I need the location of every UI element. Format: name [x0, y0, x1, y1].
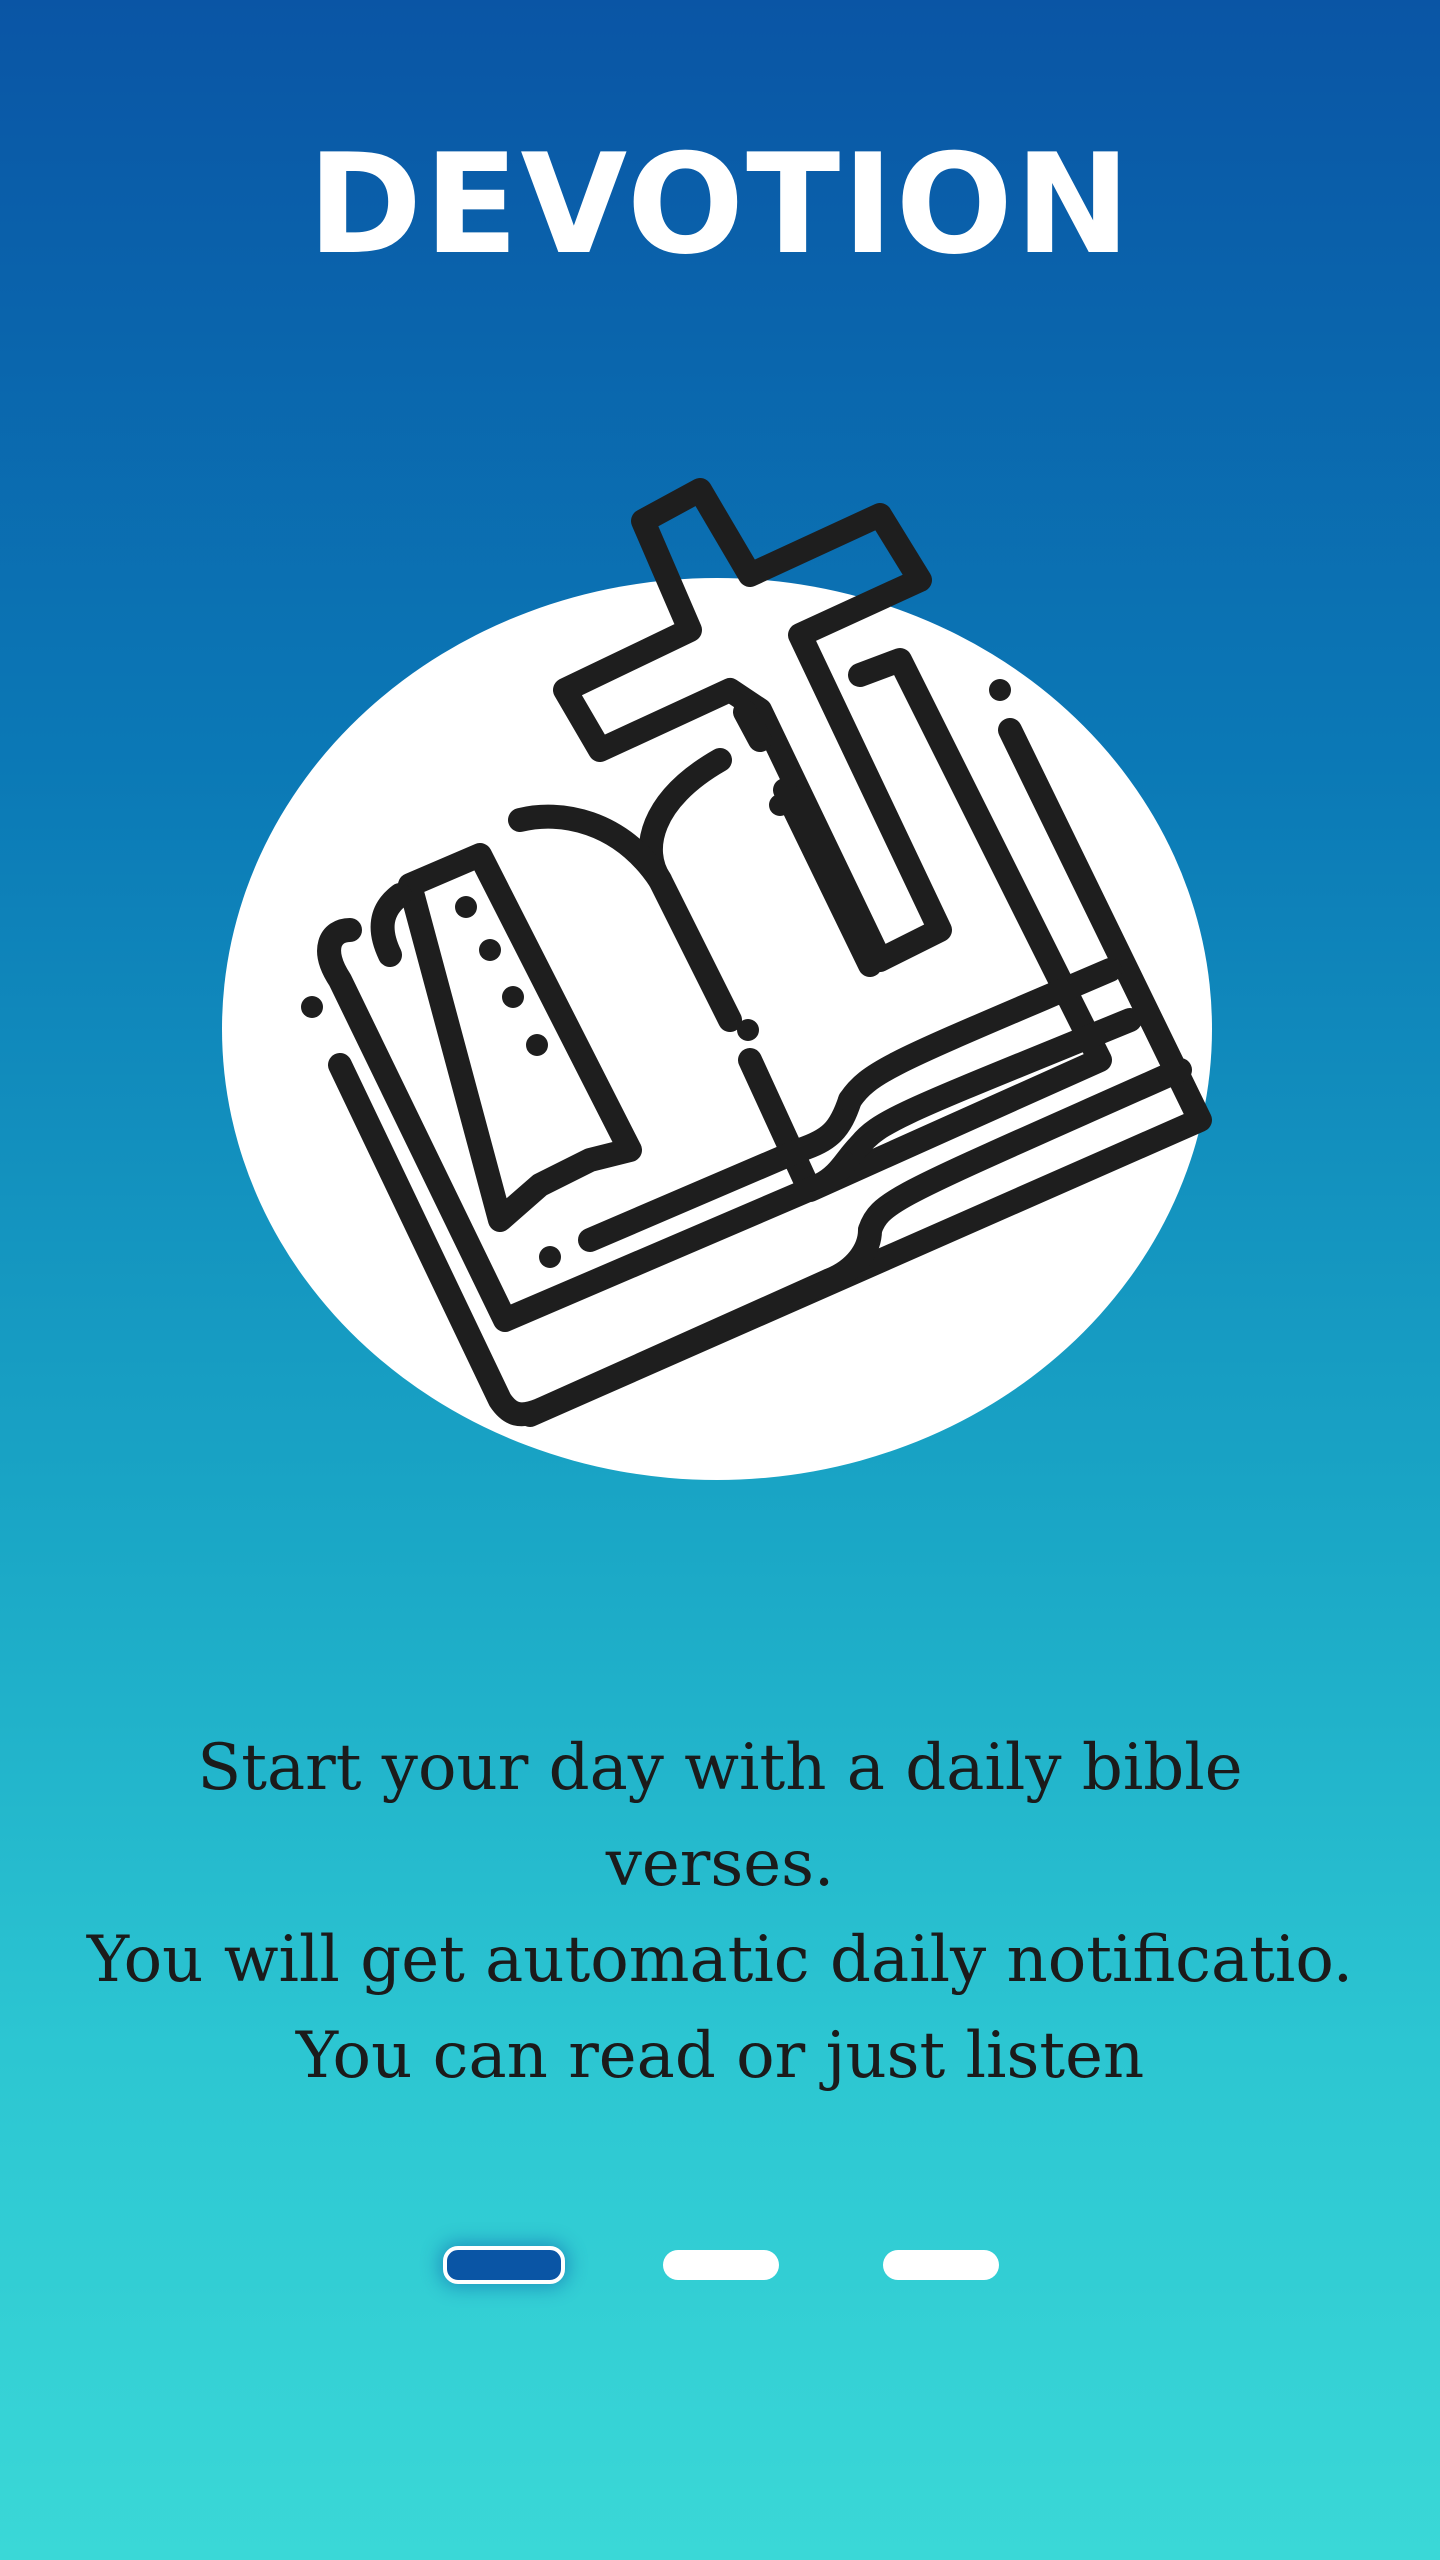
bible-illustration — [0, 460, 1440, 1500]
page-title: DEVOTION — [307, 124, 1133, 285]
description-line: Start your day with a daily bible verses… — [197, 1731, 1243, 1901]
description-line: You can read or just listen — [295, 2019, 1145, 2093]
description-line: You will get automatic daily notificatio… — [86, 1923, 1354, 1997]
open-bible-with-cross-icon — [222, 478, 1212, 1480]
page-indicator — [0, 2246, 1440, 2286]
page-dot-1-active[interactable] — [443, 2246, 565, 2284]
description-text: Start your day with a daily bible verses… — [80, 1720, 1360, 2104]
page-dot-2[interactable] — [663, 2250, 779, 2280]
page-dot-3[interactable] — [883, 2250, 999, 2280]
